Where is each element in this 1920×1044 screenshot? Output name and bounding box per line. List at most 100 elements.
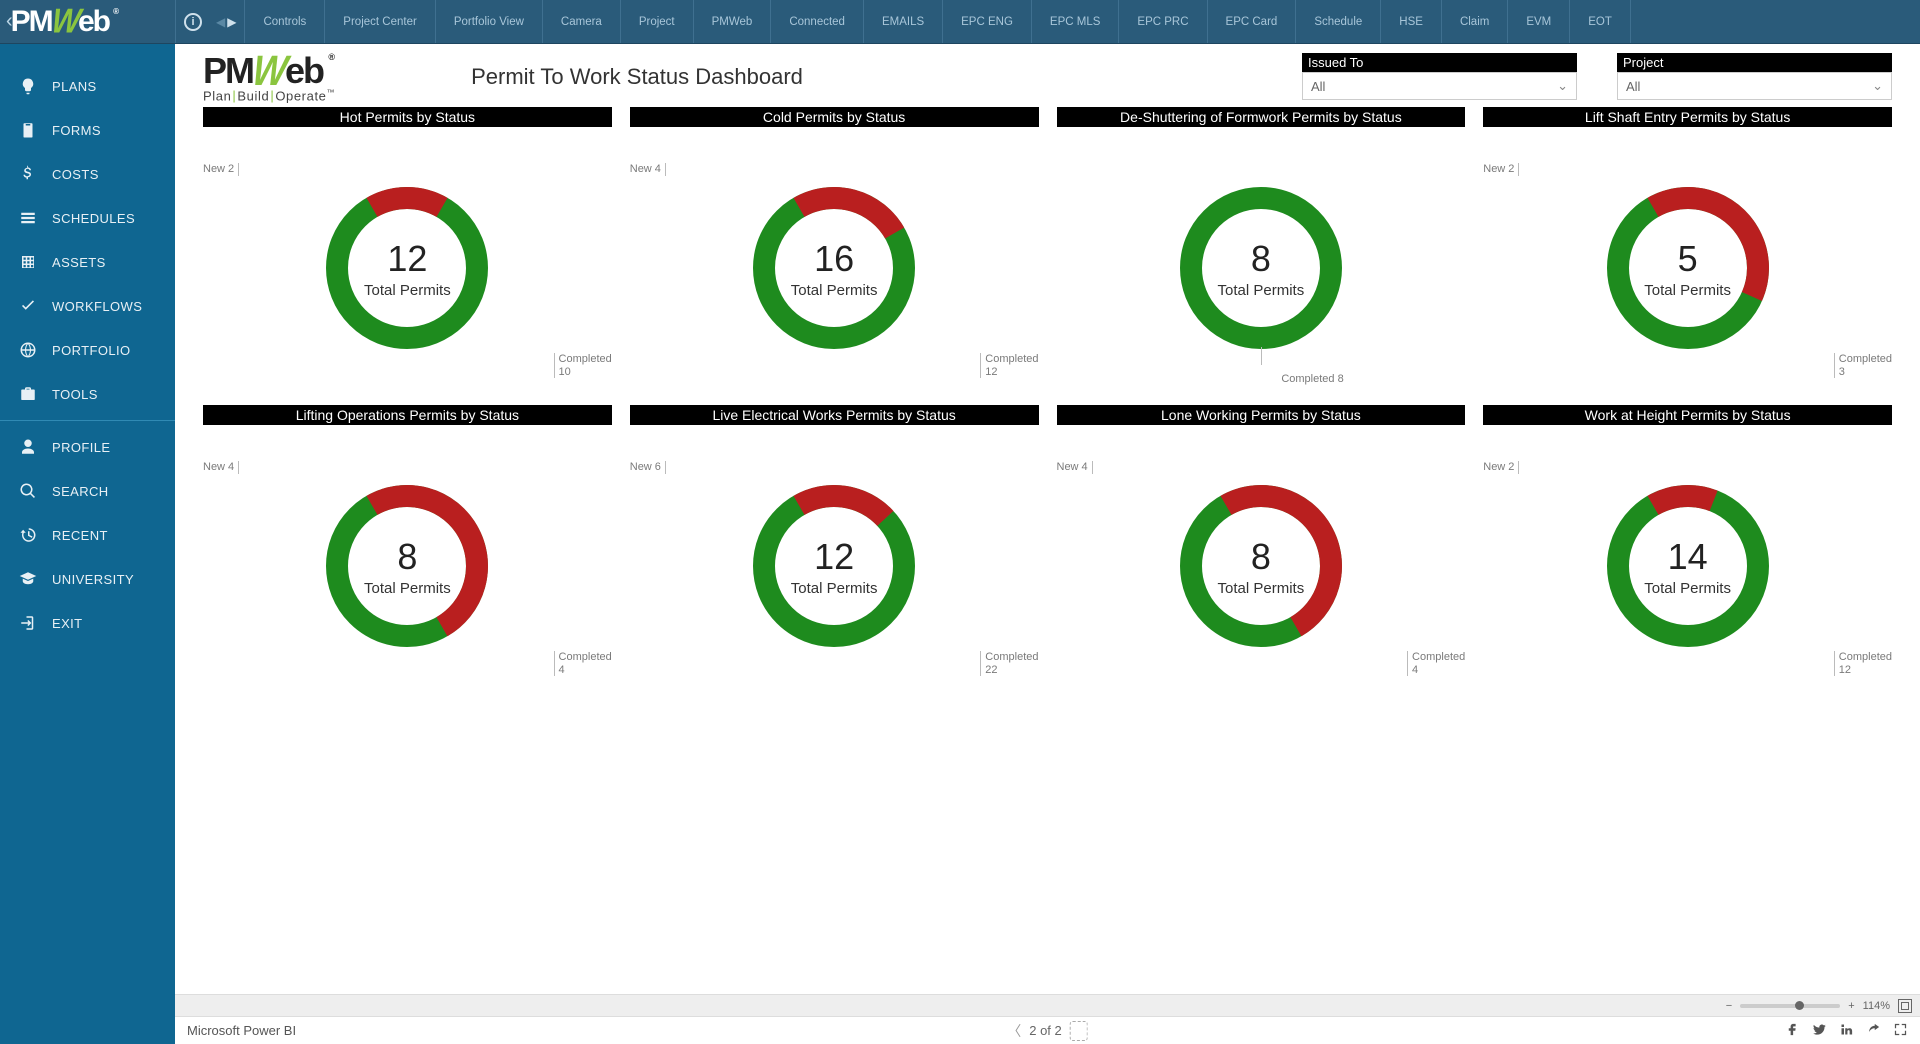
donut-chart[interactable]: 8 Total PermitsNew 4Completed4 (1057, 431, 1466, 701)
brand-wordmark: PMWeb® (11, 5, 109, 39)
chart-title: De-Shuttering of Formwork Permits by Sta… (1057, 107, 1466, 127)
globe-icon (18, 340, 38, 360)
callout-new: New 2 (1483, 461, 1519, 474)
top-tab[interactable]: PMWeb (694, 0, 772, 43)
nav-next-icon[interactable]: ▶ (227, 15, 236, 29)
sidebar-separator (0, 420, 175, 421)
pager-page-picker[interactable] (1070, 1021, 1088, 1041)
grid-icon (18, 252, 38, 272)
facebook-icon[interactable] (1785, 1022, 1800, 1040)
donut-chart[interactable]: 12 Total PermitsNew 2Completed10 (203, 133, 612, 403)
linkedin-icon[interactable] (1839, 1022, 1854, 1040)
filter-project-value: All (1626, 79, 1640, 94)
sidebar-item-forms[interactable]: FORMS (0, 108, 175, 152)
nav-prev-icon[interactable]: ◀ (216, 15, 225, 29)
top-tab[interactable]: EPC MLS (1032, 0, 1120, 43)
sidebar-item-recent[interactable]: RECENT (0, 513, 175, 557)
top-tab[interactable]: EOT (1570, 0, 1631, 43)
top-tab[interactable]: Portfolio View (436, 0, 543, 43)
callout-new: New 4 (203, 461, 239, 474)
donut-chart[interactable]: 8 Total PermitsCompleted 8 (1057, 133, 1466, 403)
donut-chart[interactable]: 14 Total PermitsNew 2Completed12 (1483, 431, 1892, 701)
dashboard-title: Permit To Work Status Dashboard (457, 64, 817, 90)
recent-icon (18, 525, 38, 545)
donut-chart[interactable]: 5 Total PermitsNew 2Completed3 (1483, 133, 1892, 403)
info-icon[interactable]: i (184, 13, 202, 31)
chart-title: Hot Permits by Status (203, 107, 612, 127)
top-tab[interactable]: Connected (771, 0, 864, 43)
chart-title-row-1: Hot Permits by Status Cold Permits by Sta… (203, 107, 1892, 127)
zoom-in-button[interactable]: + (1848, 1000, 1854, 1012)
top-tab[interactable]: EVM (1508, 0, 1570, 43)
top-tab[interactable]: Camera (543, 0, 621, 43)
sidebar-item-label: PORTFOLIO (52, 343, 130, 358)
chart-title: Lift Shaft Entry Permits by Status (1483, 107, 1892, 127)
sidebar-item-label: RECENT (52, 528, 108, 543)
callout-completed: Completed10 (554, 353, 612, 378)
sidebar-item-label: COSTS (52, 167, 99, 182)
fullscreen-icon[interactable] (1893, 1022, 1908, 1040)
content-area: PMWeb® Plan|Build|Operate™ Permit To Wor… (175, 44, 1920, 1044)
sidebar-item-label: SCHEDULES (52, 211, 135, 226)
powerbi-footer: Microsoft Power BI 〈 2 of 2 (175, 1016, 1920, 1044)
sidebar-item-search[interactable]: SEARCH (0, 469, 175, 513)
donut-chart[interactable]: 12 Total PermitsNew 6Completed22 (630, 431, 1039, 701)
top-tab[interactable]: HSE (1381, 0, 1442, 43)
sidebar-item-label: EXIT (52, 616, 83, 631)
sidebar-item-assets[interactable]: ASSETS (0, 240, 175, 284)
sidebar-item-university[interactable]: UNIVERSITY (0, 557, 175, 601)
top-tab[interactable]: EMAILS (864, 0, 943, 43)
filter-project-dd[interactable]: All ⌄ (1617, 72, 1892, 100)
sidebar-item-exit[interactable]: EXIT (0, 601, 175, 645)
grad-icon (18, 569, 38, 589)
fit-to-page-icon[interactable] (1898, 999, 1912, 1013)
sidebar-item-profile[interactable]: PROFILE (0, 425, 175, 469)
top-tab[interactable]: Schedule (1296, 0, 1381, 43)
filter-panel: Issued To All ⌄ Project All ⌄ (1302, 53, 1892, 100)
callout-new: New 2 (203, 163, 239, 176)
zoom-out-button[interactable]: − (1726, 1000, 1732, 1012)
pager: 〈 2 of 2 (1007, 1021, 1088, 1041)
twitter-icon[interactable] (1812, 1022, 1827, 1040)
report-canvas: PMWeb® Plan|Build|Operate™ Permit To Wor… (175, 44, 1920, 994)
top-tab[interactable]: EPC ENG (943, 0, 1032, 43)
sidebar-item-label: TOOLS (52, 387, 98, 402)
zoom-slider[interactable] (1740, 1004, 1840, 1008)
sidebar-item-workflows[interactable]: WORKFLOWS (0, 284, 175, 328)
filter-issued-to-dd[interactable]: All ⌄ (1302, 72, 1577, 100)
filter-project: Project All ⌄ (1617, 53, 1892, 100)
callout-completed: Completed 8 (1281, 373, 1343, 386)
sidebar-item-label: WORKFLOWS (52, 299, 142, 314)
check-icon (18, 296, 38, 316)
top-tab[interactable]: Project (621, 0, 694, 43)
chart-title: Cold Permits by Status (630, 107, 1039, 127)
top-tab[interactable]: Claim (1442, 0, 1508, 43)
report-zoom-toolbar: − + 114% (175, 994, 1920, 1016)
pager-text: 2 of 2 (1029, 1023, 1062, 1038)
exit-icon (18, 613, 38, 633)
sidebar-item-costs[interactable]: COSTS (0, 152, 175, 196)
sidebar-item-plans[interactable]: PLANS (0, 64, 175, 108)
sidebar-item-tools[interactable]: TOOLS (0, 372, 175, 416)
top-tab[interactable]: EPC Card (1208, 0, 1297, 43)
donut-chart[interactable]: 16 Total PermitsNew 4Completed12 (630, 133, 1039, 403)
top-tab[interactable]: EPC PRC (1119, 0, 1207, 43)
donut-chart[interactable]: 8 Total PermitsNew 4Completed4 (203, 431, 612, 701)
charts-row-1: 12 Total PermitsNew 2Completed1016 Total… (203, 133, 1892, 403)
sidebar-item-label: UNIVERSITY (52, 572, 134, 587)
filter-issued-to-label: Issued To (1302, 53, 1577, 72)
brand-logo[interactable]: ‹ PMWeb® (0, 0, 175, 44)
top-tabs: ControlsProject CenterPortfolio ViewCame… (245, 0, 1920, 43)
clipboard-icon (18, 120, 38, 140)
top-tab[interactable]: Controls (245, 0, 325, 43)
chart-title: Live Electrical Works Permits by Status (630, 405, 1039, 425)
callout-completed: Completed12 (980, 353, 1038, 378)
pager-prev-icon[interactable]: 〈 (1007, 1021, 1021, 1041)
sidebar-item-portfolio[interactable]: PORTFOLIO (0, 328, 175, 372)
share-icon[interactable] (1866, 1022, 1881, 1040)
callout-new: New 2 (1483, 163, 1519, 176)
filter-project-label: Project (1617, 53, 1892, 72)
top-tab[interactable]: Project Center (325, 0, 436, 43)
chevron-down-icon: ⌄ (1557, 78, 1568, 94)
sidebar-item-schedules[interactable]: SCHEDULES (0, 196, 175, 240)
